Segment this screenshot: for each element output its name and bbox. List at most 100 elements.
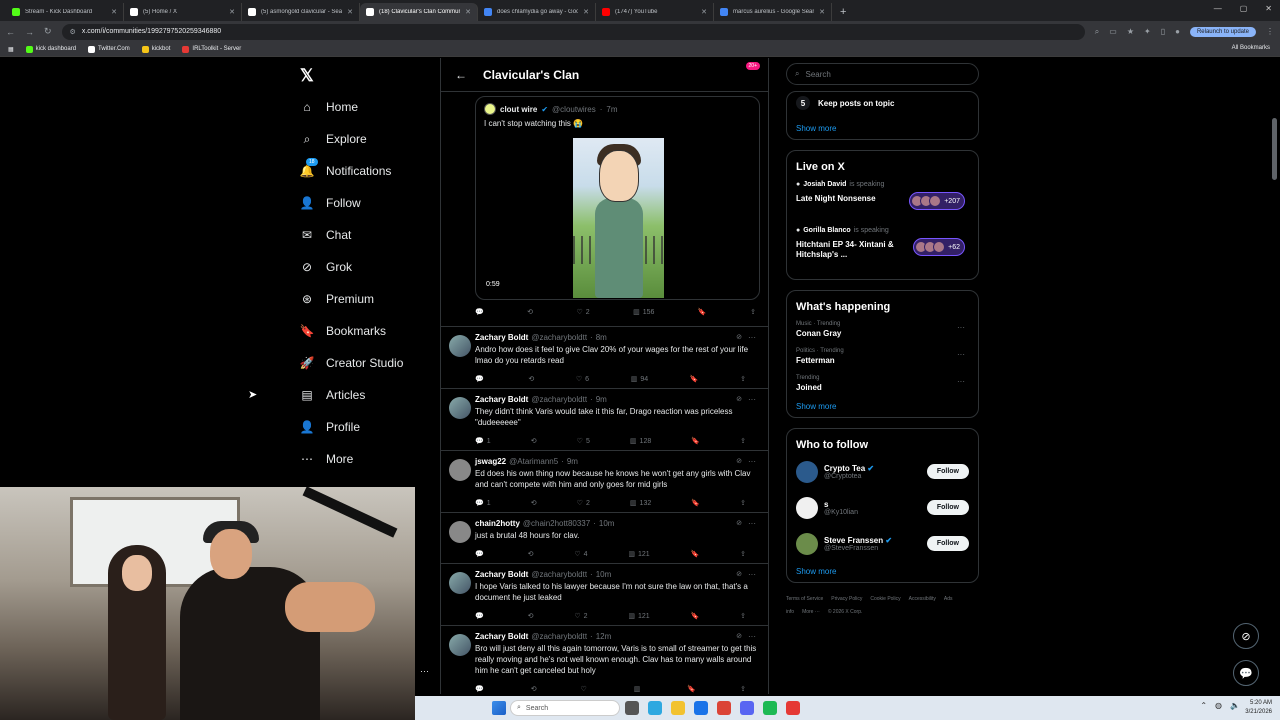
bookmark-item[interactable]: Twitter.Com [88,45,130,53]
trend-item[interactable]: Trending Joined ··· [796,375,969,392]
share-icon[interactable]: ⇪ [740,612,746,620]
spotify-icon[interactable] [763,701,777,715]
author-name[interactable]: Zachary Boldt [475,333,528,342]
avatar[interactable] [449,521,471,543]
listeners-pill[interactable]: +62 [913,238,965,256]
site-info-icon[interactable]: ⚙ [70,28,76,36]
extensions-icon[interactable]: ✦ [1144,27,1151,36]
all-bookmarks[interactable]: All Bookmarks [1232,45,1270,51]
footer-link[interactable]: Terms of Service [786,596,823,602]
like-button[interactable]: ♡ 4 [574,550,587,559]
browser-tab[interactable]: does chlamydia go away - Goo ✕ [478,3,596,21]
bookmark-icon[interactable]: 🔖 [690,375,699,383]
x-logo-icon[interactable]: 𝕏 [300,66,314,86]
bookmark-item[interactable]: kickbot [141,45,170,53]
maximize-icon[interactable]: ▢ [1240,4,1248,13]
views-button[interactable]: ▥ [634,685,644,693]
footer-link[interactable]: Privacy Policy [831,596,862,602]
like-button[interactable]: ♡ 2 [577,499,590,508]
reload-icon[interactable]: ↻ [44,26,52,37]
footer-link[interactable]: More ··· [802,609,820,615]
tweet[interactable]: Zachary Boldt @zacharyboldtt · 10m ⊘ ··· I hop… [441,563,768,625]
search-input[interactable]: ⌕ Search [786,63,979,85]
nav-item-bookmarks[interactable]: 🔖 Bookmarks [300,324,387,338]
nav-item-articles[interactable]: ▤ Articles [300,388,365,402]
taskbar-clock[interactable]: 5:20 AM 3/21/2026 [1245,699,1272,717]
repost-icon[interactable]: ⟲ [531,437,537,445]
show-more-link[interactable]: Show more [796,402,969,411]
browser-tab[interactable]: (5) asmongold clavicular - Sear ✕ [242,3,360,21]
views-button[interactable]: ▥ 128 [630,437,651,446]
reply-button[interactable]: 💬 [475,685,487,693]
share-icon[interactable]: ⇪ [750,308,756,316]
follow-suggestion[interactable]: Steve Franssen ✔ ✔ @SteveFranssen Follow [796,531,969,557]
more-dots-icon[interactable]: ··· [748,519,756,528]
post-time[interactable]: 10m [596,570,612,579]
close-icon[interactable]: ✕ [701,8,707,16]
author-name[interactable]: Zachary Boldt [475,395,528,404]
repost-icon[interactable]: ⟲ [527,308,533,316]
relaunch-button[interactable]: Relaunch to update [1189,26,1256,37]
more-dots-icon[interactable]: ··· [748,457,756,466]
reply-button[interactable]: 💬 [475,612,487,620]
author-name[interactable]: jswag22 [475,457,506,466]
share-icon[interactable]: ⇪ [740,375,746,383]
nav-item-chat[interactable]: ✉ Chat [300,228,351,242]
show-more-link[interactable]: Show more [796,567,969,576]
bookmark-icon[interactable]: 🔖 [691,612,700,620]
nav-item-premium[interactable]: ⊛ Premium [300,292,374,306]
views-button[interactable]: ▥ 132 [630,499,651,508]
grok-icon[interactable]: ⊘ [736,570,742,578]
bookmark-icon[interactable]: 🔖 [698,308,707,316]
quoted-post[interactable]: clout wire ✔ @cloutwires · 7m I can't st… [475,96,760,300]
suggestion-name[interactable]: Crypto Tea ✔ [824,464,874,473]
author-name[interactable]: clout wire [500,105,537,114]
store-icon[interactable] [694,701,708,715]
edge-icon[interactable] [648,701,662,715]
repost-icon[interactable]: ⟲ [531,685,537,693]
follow-button[interactable]: Follow [926,500,969,515]
views-button[interactable]: ▥ 94 [631,375,648,384]
grok-icon[interactable]: ⊘ [736,457,742,465]
avatar[interactable] [449,459,471,481]
avatar[interactable] [449,572,471,594]
trend-item[interactable]: Politics · Trending Fetterman ··· [796,348,969,365]
chat-float-icon[interactable]: 💬 [1233,660,1259,686]
avatar[interactable] [449,634,471,656]
video-player[interactable] [573,138,664,298]
bookmark-item[interactable]: kick dashboard [25,45,76,53]
views-button[interactable]: ▥ 121 [628,612,649,621]
follow-button[interactable]: Follow [926,464,969,479]
bookmark-icon[interactable]: 🔖 [691,437,700,445]
post-time[interactable]: 12m [596,632,612,641]
more-dots-icon[interactable]: ··· [748,333,756,342]
author-handle[interactable]: @zacharyboldtt [531,570,587,579]
more-dots-icon[interactable]: ··· [957,323,965,332]
avatar[interactable] [796,497,818,519]
taskbar-search-input[interactable]: ⌕ Search [510,700,620,716]
tweet[interactable]: chain2hotty @chain2hott80337 · 10m ⊘ ··· just … [441,512,768,563]
share-icon[interactable]: ⇪ [740,499,746,507]
browser-tab[interactable]: (1747) YouTube ✕ [596,3,714,21]
reply-button[interactable]: 💬 1 [475,499,491,508]
more-dots-icon[interactable]: ··· [748,395,756,404]
bookmark-item[interactable]: IRLToolkit - Server [182,45,241,53]
grok-float-icon[interactable]: ⊘ [1233,623,1259,649]
author-handle[interactable]: @zacharyboldtt [531,395,587,404]
show-more-link[interactable]: Show more [796,124,969,133]
share-icon[interactable]: ⇪ [740,437,746,445]
post-time[interactable]: 8m [596,333,607,342]
more-dots-icon[interactable]: ··· [957,350,965,359]
cast-icon[interactable]: ▭ [1109,27,1117,36]
discord-icon[interactable] [740,701,754,715]
url-field[interactable]: ⚙ x.com/i/communities/199279752025934688… [61,23,1085,40]
zoom-icon[interactable]: ⌕ [1095,27,1099,37]
live-space[interactable]: ● Josiah David is speaking Late Night Nonse… [796,181,969,217]
star-icon[interactable]: ★ [1127,27,1134,36]
like-button[interactable]: ♡ 2 [577,308,590,317]
listeners-pill[interactable]: +207 [909,192,965,210]
author-name[interactable]: chain2hotty [475,519,520,528]
like-button[interactable]: ♡ 5 [577,437,590,446]
avatar[interactable] [449,397,471,419]
nav-item-creator-studio[interactable]: 🚀 Creator Studio [300,356,404,370]
